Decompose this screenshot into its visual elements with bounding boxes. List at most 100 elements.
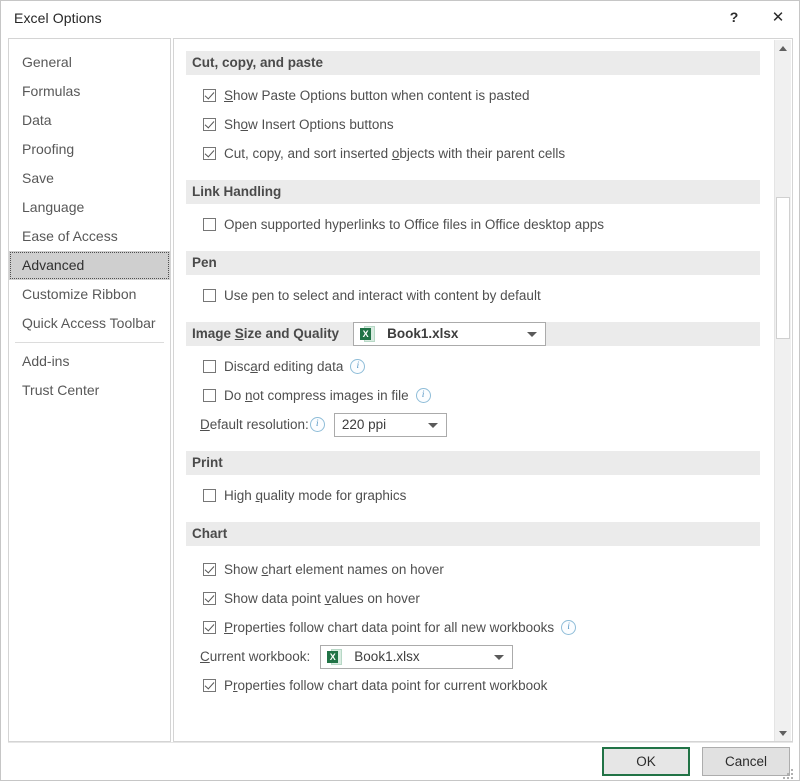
nav-top-gap bbox=[9, 39, 170, 48]
checkbox-show-data-point-values[interactable] bbox=[203, 592, 216, 605]
current-workbook-row: Current workbook: X Book1.xlsx bbox=[174, 642, 770, 671]
info-icon-do-not-compress-images[interactable]: i bbox=[415, 388, 431, 403]
checkbox-label-cut-copy-sort-objects: Cut, copy, and sort inserted objects wit… bbox=[224, 146, 566, 161]
title-bar: Excel Options ? ✕ bbox=[1, 1, 799, 35]
default-resolution-dropdown[interactable]: 220 ppi bbox=[333, 412, 447, 437]
excel-options-dialog: Excel Options ? ✕ General Formulas Data … bbox=[0, 0, 800, 781]
current-workbook-dropdown[interactable]: X Book1.xlsx bbox=[320, 644, 514, 669]
checkbox-label-discard-editing-data: Discard editing data bbox=[224, 359, 344, 374]
checkbox-row-cut-copy-sort-objects[interactable]: Cut, copy, and sort inserted objects wit… bbox=[174, 139, 770, 168]
sidebar-item-language[interactable]: Language bbox=[9, 193, 170, 222]
content-scrollbar[interactable] bbox=[774, 40, 791, 741]
checkbox-label-show-insert-options: Show Insert Options buttons bbox=[224, 117, 394, 132]
checkbox-row-show-chart-element-names[interactable]: Show chart element names on hover bbox=[174, 555, 770, 584]
section-header-image-size-label: Image Size and Quality bbox=[192, 326, 340, 341]
ok-button[interactable]: OK bbox=[602, 747, 690, 776]
sidebar-item-quick-access-toolbar[interactable]: Quick Access Toolbar bbox=[9, 309, 170, 338]
checkbox-row-show-data-point-values[interactable]: Show data point values on hover bbox=[174, 584, 770, 613]
section-header-image-size-and-quality: Image Size and Quality X Book1.xlsx bbox=[186, 322, 760, 346]
scroll-up-button[interactable] bbox=[775, 40, 791, 57]
info-icon-default-resolution[interactable]: i bbox=[309, 417, 325, 432]
info-icon-discard-editing-data[interactable]: i bbox=[350, 359, 366, 374]
default-resolution-label: Default resolution: bbox=[200, 417, 309, 432]
options-navigation-list: General Formulas Data Proofing Save Lang… bbox=[8, 38, 171, 742]
section-header-print: Print bbox=[186, 451, 760, 475]
section-header-pen: Pen bbox=[186, 251, 760, 275]
checkbox-high-quality-mode[interactable] bbox=[203, 489, 216, 502]
checkbox-do-not-compress-images[interactable] bbox=[203, 389, 216, 402]
checkbox-row-properties-follow-current-workbook[interactable]: Properties follow chart data point for c… bbox=[174, 671, 770, 700]
checkbox-properties-follow-current-workbook[interactable] bbox=[203, 679, 216, 692]
chevron-down-icon bbox=[494, 654, 505, 660]
close-icon[interactable]: ✕ bbox=[763, 4, 793, 30]
checkbox-label-show-paste-options: Show Paste Options button when content i… bbox=[224, 88, 530, 103]
sidebar-item-add-ins[interactable]: Add-ins bbox=[9, 347, 170, 376]
window-title: Excel Options bbox=[14, 10, 102, 26]
checkbox-label-show-data-point-values: Show data point values on hover bbox=[224, 591, 420, 606]
default-resolution-row: Default resolution: i 220 ppi bbox=[174, 410, 770, 439]
scroll-down-button[interactable] bbox=[775, 725, 791, 741]
excel-file-icon: X bbox=[327, 648, 343, 665]
checkbox-open-hyperlinks-desktop-apps[interactable] bbox=[203, 218, 216, 231]
checkbox-label-do-not-compress-images: Do not compress images in file bbox=[224, 388, 409, 403]
sidebar-item-ease-of-access[interactable]: Ease of Access bbox=[9, 222, 170, 251]
sidebar-item-save[interactable]: Save bbox=[9, 164, 170, 193]
checkbox-label-high-quality-mode: High quality mode for graphics bbox=[224, 488, 407, 503]
cancel-button[interactable]: Cancel bbox=[702, 747, 790, 776]
checkbox-properties-follow-new-workbooks[interactable] bbox=[203, 621, 216, 634]
checkbox-label-properties-follow-new-workbooks: Properties follow chart data point for a… bbox=[224, 620, 555, 635]
checkbox-discard-editing-data[interactable] bbox=[203, 360, 216, 373]
checkbox-row-high-quality-mode[interactable]: High quality mode for graphics bbox=[174, 481, 770, 510]
checkbox-label-properties-follow-current-workbook: Properties follow chart data point for c… bbox=[224, 678, 548, 693]
scrollbar-thumb[interactable] bbox=[776, 197, 790, 339]
checkbox-show-chart-element-names[interactable] bbox=[203, 563, 216, 576]
checkbox-use-pen-to-select[interactable] bbox=[203, 289, 216, 302]
image-size-workbook-dropdown[interactable]: X Book1.xlsx bbox=[353, 322, 547, 346]
current-workbook-value: Book1.xlsx bbox=[354, 649, 420, 664]
checkbox-label-open-hyperlinks-desktop-apps: Open supported hyperlinks to Office file… bbox=[224, 217, 604, 232]
sidebar-item-trust-center[interactable]: Trust Center bbox=[9, 376, 170, 405]
section-header-cut-copy-paste: Cut, copy, and paste bbox=[186, 51, 760, 75]
checkbox-show-paste-options[interactable] bbox=[203, 89, 216, 102]
chevron-down-icon bbox=[527, 332, 538, 337]
checkbox-row-open-hyperlinks-desktop-apps[interactable]: Open supported hyperlinks to Office file… bbox=[174, 210, 770, 239]
sidebar-item-general[interactable]: General bbox=[9, 48, 170, 77]
chevron-down-icon bbox=[427, 422, 438, 428]
sidebar-item-advanced[interactable]: Advanced bbox=[9, 251, 170, 280]
footer-separator bbox=[8, 742, 793, 743]
sidebar-item-formulas[interactable]: Formulas bbox=[9, 77, 170, 106]
section-header-chart: Chart bbox=[186, 522, 760, 546]
triangle-up-icon bbox=[779, 46, 787, 51]
default-resolution-value: 220 ppi bbox=[341, 417, 387, 432]
checkbox-row-show-paste-options[interactable]: Show Paste Options button when content i… bbox=[174, 81, 770, 110]
sidebar-item-data[interactable]: Data bbox=[9, 106, 170, 135]
checkbox-row-show-insert-options[interactable]: Show Insert Options buttons bbox=[174, 110, 770, 139]
advanced-options-panel: Cut, copy, and paste Show Paste Options … bbox=[173, 38, 793, 742]
checkbox-label-use-pen-to-select: Use pen to select and interact with cont… bbox=[224, 288, 541, 303]
checkbox-row-do-not-compress-images[interactable]: Do not compress images in file i bbox=[174, 381, 770, 410]
resize-grip[interactable] bbox=[783, 769, 793, 779]
checkbox-row-use-pen-to-select[interactable]: Use pen to select and interact with cont… bbox=[174, 281, 770, 310]
sidebar-item-proofing[interactable]: Proofing bbox=[9, 135, 170, 164]
options-scroll-content: Cut, copy, and paste Show Paste Options … bbox=[174, 39, 770, 712]
info-icon-properties-follow-new-workbooks[interactable]: i bbox=[561, 620, 577, 635]
checkbox-row-discard-editing-data[interactable]: Discard editing data i bbox=[174, 352, 770, 381]
section-header-link-handling: Link Handling bbox=[186, 180, 760, 204]
image-size-workbook-value: Book1.xlsx bbox=[387, 326, 459, 341]
checkbox-label-show-chart-element-names: Show chart element names on hover bbox=[224, 562, 444, 577]
help-icon[interactable]: ? bbox=[719, 4, 749, 30]
checkbox-row-properties-follow-new-workbooks[interactable]: Properties follow chart data point for a… bbox=[174, 613, 770, 642]
triangle-down-icon bbox=[779, 731, 787, 736]
nav-separator bbox=[15, 342, 164, 343]
sidebar-item-customize-ribbon[interactable]: Customize Ribbon bbox=[9, 280, 170, 309]
checkbox-cut-copy-sort-objects[interactable] bbox=[203, 147, 216, 160]
checkbox-show-insert-options[interactable] bbox=[203, 118, 216, 131]
excel-file-icon: X bbox=[360, 326, 376, 342]
